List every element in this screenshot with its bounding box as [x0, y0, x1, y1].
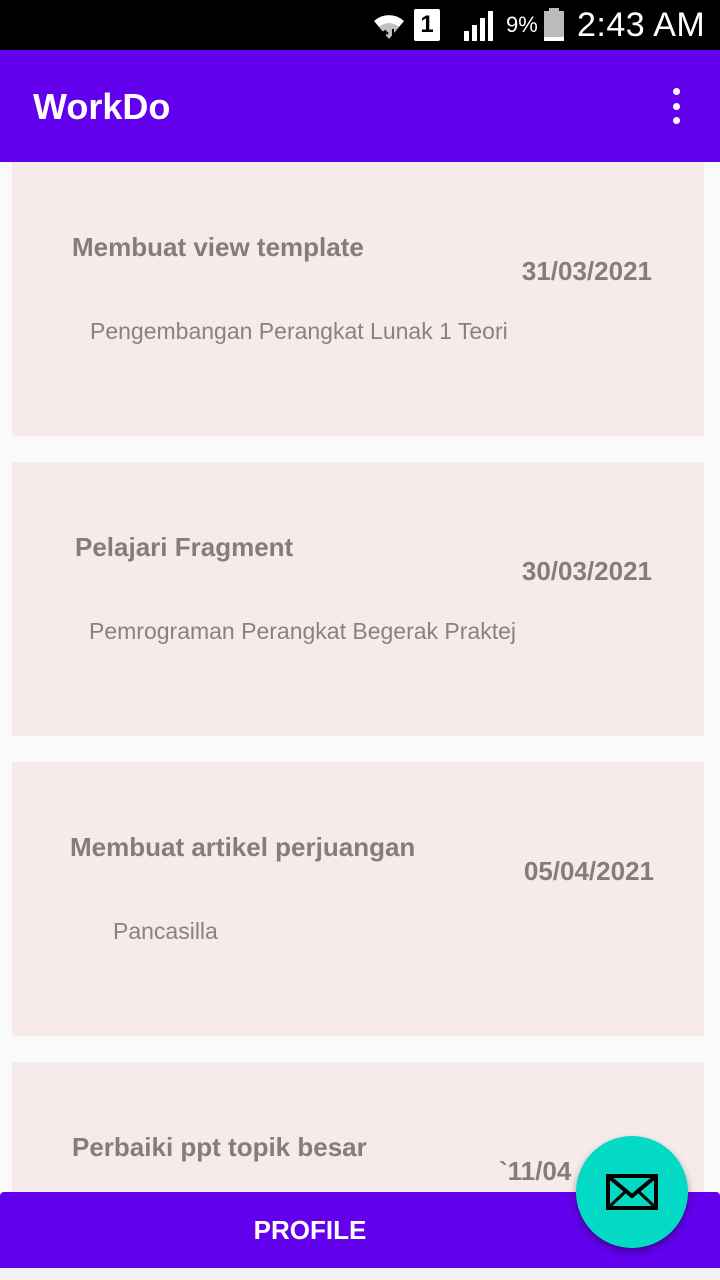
status-time: 2:43 AM [577, 5, 706, 44]
sim-icon: 1 [414, 0, 440, 50]
battery-percent: 9% [506, 12, 538, 37]
menu-dot [672, 102, 680, 110]
task-card[interactable]: Membuat artikel perjuangan 05/04/2021 Pa… [12, 762, 704, 1036]
overflow-menu-icon[interactable] [664, 86, 688, 126]
app-title: WorkDo [33, 86, 171, 127]
task-card[interactable]: Membuat view template 31/03/2021 Pengemb… [12, 162, 704, 436]
task-subject: Pancasilla [113, 918, 218, 944]
task-title: Perbaiki ppt topik besar [72, 1132, 367, 1162]
app-bar: WorkDo [0, 50, 720, 162]
task-title: Pelajari Fragment [75, 532, 294, 562]
signal-icon [462, 0, 496, 50]
profile-button-label: PROFILE [253, 1214, 367, 1245]
wifi-icon [370, 0, 408, 50]
task-list[interactable]: Membuat view template 31/03/2021 Pengemb… [0, 162, 720, 1192]
menu-dot [672, 117, 680, 124]
task-subject: Pengembangan Perangkat Lunak 1 Teori [90, 318, 508, 344]
bottom-edge [0, 1268, 720, 1280]
battery-icon [542, 0, 566, 50]
task-date: `11/04 [499, 1156, 572, 1186]
task-date: 30/03/2021 [521, 556, 652, 586]
task-date: 31/03/2021 [521, 256, 652, 286]
task-title: Membuat artikel perjuangan [70, 832, 416, 862]
sim-slot-label: 1 [414, 9, 440, 41]
task-date: 05/04/2021 [523, 856, 654, 886]
status-bar: 1 9% 2:43 AM [0, 0, 720, 50]
mail-fab-button[interactable] [576, 1136, 688, 1248]
menu-dot [672, 88, 680, 95]
mail-icon [606, 1174, 658, 1210]
task-title: Membuat view template [72, 232, 364, 262]
task-subject: Pemrograman Perangkat Begerak Praktej [89, 618, 516, 644]
task-card[interactable]: Pelajari Fragment 30/03/2021 Pemrograman… [12, 462, 704, 736]
